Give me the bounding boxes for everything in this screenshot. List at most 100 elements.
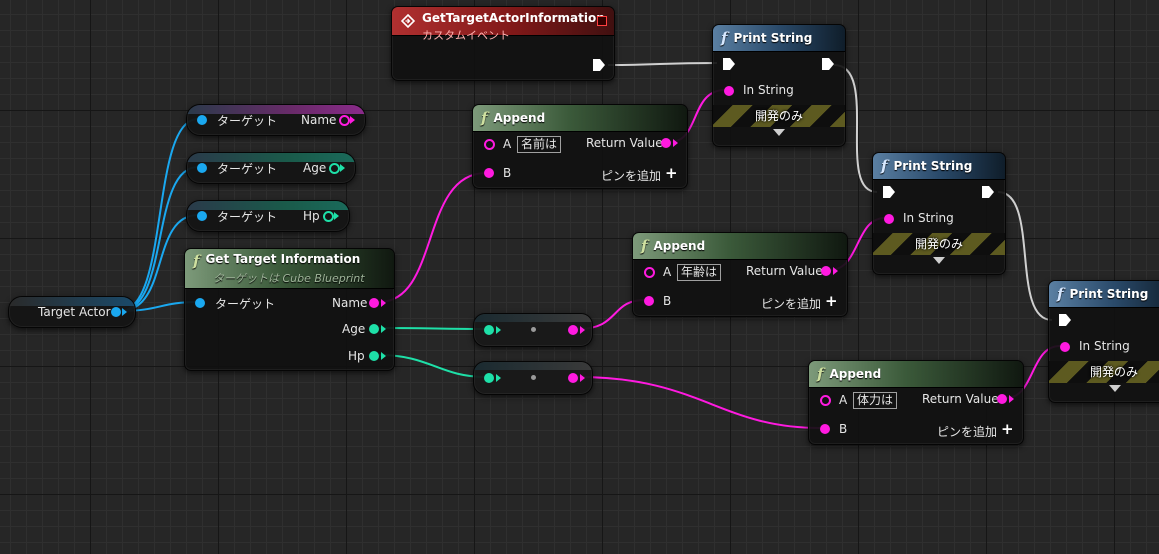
a-in-pin[interactable] <box>644 267 655 278</box>
function-icon: f <box>721 29 728 47</box>
pin-arrow-icon <box>580 374 585 382</box>
return-value-pin[interactable] <box>997 394 1007 404</box>
print-string-header[interactable]: f Print String <box>873 153 1005 180</box>
name-out-pin[interactable] <box>339 115 350 126</box>
pin-arrow-icon <box>1009 395 1014 403</box>
target-in-pin[interactable] <box>195 298 205 308</box>
a-pin-label: A <box>839 393 848 407</box>
append-header[interactable]: f Append <box>473 105 687 132</box>
conversion-in-pin[interactable] <box>484 325 494 335</box>
target-in-pin[interactable] <box>197 163 207 173</box>
pin-arrow-icon <box>350 116 355 124</box>
in-string-pin[interactable] <box>1060 342 1070 352</box>
pin-arrow-icon <box>122 308 127 316</box>
add-pin-label[interactable]: ピンを追加 <box>761 295 821 312</box>
conversion-node-age[interactable] <box>473 313 593 347</box>
exec-in-pin[interactable] <box>722 57 736 71</box>
print-string-header[interactable]: f Print String <box>1049 281 1159 308</box>
a-literal-input[interactable]: 体力は <box>853 392 898 409</box>
append-title: Append <box>493 111 546 125</box>
pin-arrow-icon <box>381 352 386 360</box>
expand-chevron-icon[interactable] <box>933 257 945 264</box>
b-pin-label: B <box>503 166 512 180</box>
append-header[interactable]: f Append <box>809 361 1023 388</box>
print-string-header[interactable]: f Print String <box>713 25 845 52</box>
target-actor-node[interactable]: Target Actor <box>8 296 136 328</box>
add-pin-plus-icon[interactable]: + <box>825 292 838 310</box>
conversion-out-pin[interactable] <box>568 373 578 383</box>
conversion-in-pin[interactable] <box>484 373 494 383</box>
wire-layer <box>119 62 1061 429</box>
get-info-header[interactable]: f Get Target Information ターゲットは Cube Blu… <box>185 249 394 289</box>
pin-arrow-icon <box>496 374 501 382</box>
expand-chevron-icon[interactable] <box>773 129 785 136</box>
expand-chevron-icon[interactable] <box>1109 385 1121 392</box>
custom-event-node[interactable]: GetTargetActorInformation カスタムイベント <box>391 6 615 81</box>
pin-arrow-icon <box>833 267 838 275</box>
in-string-pin[interactable] <box>884 214 894 224</box>
add-pin-plus-icon[interactable]: + <box>665 164 678 182</box>
return-value-pin[interactable] <box>821 266 831 276</box>
exec-out-pin[interactable] <box>981 185 995 199</box>
append-node-name[interactable]: f Append A 名前は Return Value B ピンを追加 + <box>472 104 688 189</box>
target-in-pin[interactable] <box>197 115 207 125</box>
get-target-information-node[interactable]: f Get Target Information ターゲットは Cube Blu… <box>184 248 395 371</box>
append-title: Append <box>653 239 706 253</box>
b-in-pin[interactable] <box>484 168 494 178</box>
exec-in-pin[interactable] <box>882 185 896 199</box>
exec-out-pin[interactable] <box>821 57 835 71</box>
in-string-label: In String <box>743 83 794 97</box>
target-pin-label: ターゲット <box>217 114 278 128</box>
get-info-subtitle: ターゲットは Cube Blueprint <box>213 272 365 285</box>
conversion-node-hp[interactable] <box>473 361 593 395</box>
hp-out-pin[interactable] <box>323 211 334 222</box>
get-info-title: Get Target Information <box>205 252 361 266</box>
append-header[interactable]: f Append <box>633 233 847 260</box>
hp-out-pin[interactable] <box>369 351 379 361</box>
append-node-age[interactable]: f Append A 年齢は Return Value B ピンを追加 + <box>632 232 848 317</box>
print-string-node-3[interactable]: f Print String In String 開発のみ <box>1048 280 1159 403</box>
target-actor-out-pin[interactable] <box>111 307 121 317</box>
age-out-label: Age <box>303 161 327 175</box>
b-in-pin[interactable] <box>644 296 654 306</box>
exec-out-pin[interactable] <box>592 58 606 72</box>
event-title: GetTargetActorInformation <box>422 11 605 25</box>
pin-arrow-icon <box>381 299 386 307</box>
name-out-pin[interactable] <box>369 298 379 308</box>
exec-in-pin[interactable] <box>1058 313 1072 327</box>
a-in-pin[interactable] <box>484 139 495 150</box>
age-out-pin[interactable] <box>369 324 379 334</box>
function-icon: f <box>193 252 200 270</box>
age-out-pin[interactable] <box>329 163 340 174</box>
conversion-dot-icon <box>531 327 536 332</box>
return-value-label: Return Value <box>922 392 999 406</box>
delegate-pin-icon[interactable] <box>597 16 607 26</box>
variable-node-hp[interactable]: ターゲット Hp <box>186 200 350 232</box>
add-pin-label[interactable]: ピンを追加 <box>937 423 997 440</box>
print-string-node-1[interactable]: f Print String In String 開発のみ <box>712 24 846 147</box>
return-value-pin[interactable] <box>661 138 671 148</box>
print-string-node-2[interactable]: f Print String In String 開発のみ <box>872 152 1006 275</box>
target-in-pin[interactable] <box>197 211 207 221</box>
variable-node-age[interactable]: ターゲット Age <box>186 152 356 184</box>
name-out-label: Name <box>332 296 368 310</box>
a-literal-input[interactable]: 年齢は <box>677 264 722 281</box>
variable-node-name[interactable]: ターゲット Name <box>186 104 366 136</box>
pin-arrow-icon <box>334 212 339 220</box>
function-icon: f <box>481 109 488 127</box>
pin-arrow-icon <box>673 139 678 147</box>
event-header[interactable]: GetTargetActorInformation カスタムイベント <box>392 7 614 42</box>
a-literal-input[interactable]: 名前は <box>517 136 562 153</box>
hp-out-label: Hp <box>348 349 365 363</box>
a-in-pin[interactable] <box>820 395 831 406</box>
target-pin-label: ターゲット <box>215 297 276 311</box>
in-string-pin[interactable] <box>724 86 734 96</box>
wire-exec-event-print1 <box>607 62 718 66</box>
conversion-out-pin[interactable] <box>568 325 578 335</box>
function-icon: f <box>817 365 824 383</box>
b-in-pin[interactable] <box>820 424 830 434</box>
append-node-hp[interactable]: f Append A 体力は Return Value B ピンを追加 + <box>808 360 1024 445</box>
add-pin-label[interactable]: ピンを追加 <box>601 167 661 184</box>
add-pin-plus-icon[interactable]: + <box>1001 420 1014 438</box>
hp-out-label: Hp <box>303 209 320 223</box>
